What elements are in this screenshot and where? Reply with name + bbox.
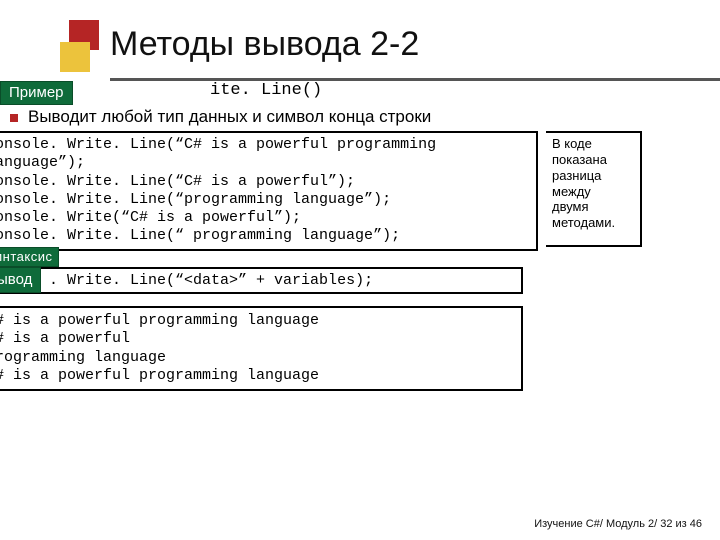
fragment-method-name: ite. Line() xyxy=(210,81,322,100)
side-comment-text: В коде показана разница между двумя мето… xyxy=(552,136,636,231)
side-comment: В коде показана разница между двумя мето… xyxy=(546,131,642,247)
code-block-example-text: Console. Write. Line(“C# is a powerful p… xyxy=(0,136,530,246)
label-output: Вывод xyxy=(0,267,41,293)
output-block-text: C# is a powerful programming language C#… xyxy=(0,312,515,385)
page-title: Методы вывода 2-2 xyxy=(110,25,720,64)
output-block: C# is a powerful programming language C#… xyxy=(0,306,523,391)
code-block-example: Console. Write. Line(“C# is a powerful p… xyxy=(0,131,538,251)
footer-pager: Изучение C#/ Модуль 2/ 32 из 46 xyxy=(534,518,702,530)
bullet-icon xyxy=(10,114,18,122)
label-example: Пример xyxy=(0,81,73,105)
bullet-text: Выводит любой тип данных и символ конца … xyxy=(28,107,431,126)
code-block-syntax-text: . Write. Line(“<data>” + variables); xyxy=(49,272,373,289)
label-syntax-overlapped: Синтаксис xyxy=(0,247,59,267)
code-block-syntax: Console. Write. Line(“<data>” + variable… xyxy=(0,267,523,294)
bullet-description: Выводит любой тип данных и символ конца … xyxy=(10,107,431,127)
